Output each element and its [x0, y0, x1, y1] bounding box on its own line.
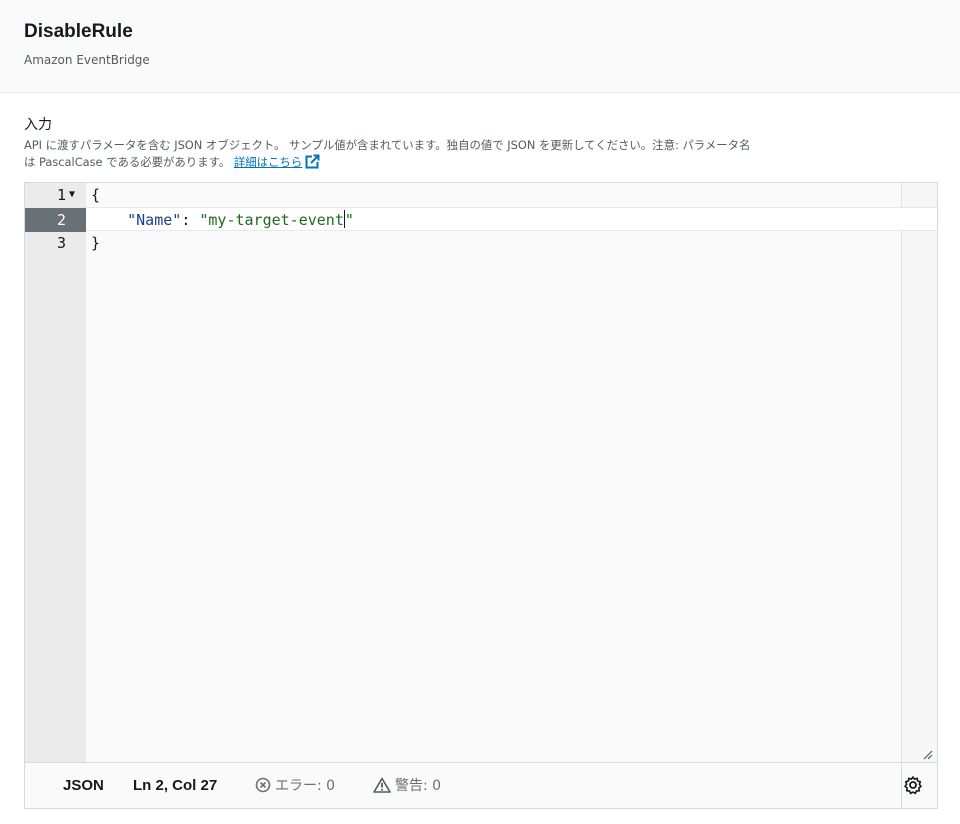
cursor-position: Ln 2, Col 27 — [133, 777, 218, 794]
input-description: API に渡すパラメータを含む JSON オブジェクト。 サンプル値が含まれてい… — [24, 137, 944, 174]
learn-more-link[interactable]: 詳細はこちら — [234, 155, 302, 169]
editor-scrollbar[interactable] — [901, 183, 937, 762]
json-key: "Name" — [127, 211, 182, 229]
line-code: { — [91, 186, 101, 204]
external-link-icon[interactable] — [305, 154, 321, 174]
line-number: 2 — [25, 208, 86, 232]
page-title: DisableRule — [24, 21, 133, 42]
editor-line[interactable]: 3 } — [25, 231, 937, 255]
line-code: "Name": "my-target-event" — [91, 208, 354, 232]
warning-triangle-icon — [373, 777, 391, 798]
fold-triangle-icon[interactable]: ▼ — [69, 183, 75, 207]
json-value-tail: " — [344, 211, 354, 229]
language-mode[interactable]: JSON — [63, 777, 104, 795]
error-circle-icon — [255, 777, 271, 798]
gear-icon[interactable] — [903, 775, 923, 799]
editor-line-active[interactable]: 2 "Name": "my-target-event" — [25, 207, 937, 232]
editor-line[interactable]: 1 ▼ { — [25, 183, 937, 207]
description-text-2: は PascalCase である必要があります。 — [24, 155, 231, 169]
json-value: "my-target-event — [199, 211, 344, 229]
error-count-label: エラー: 0 — [275, 778, 336, 794]
editor-status-bar: JSON Ln 2, Col 27 エラー: 0 警告: 0 — [25, 762, 937, 808]
line-number-gutter — [25, 183, 86, 762]
description-text-1: API に渡すパラメータを含む JSON オブジェクト。 サンプル値が含まれてい… — [24, 138, 751, 152]
line-number: 1 — [56, 186, 66, 204]
line-number: 3 — [56, 234, 66, 252]
error-count[interactable]: エラー: 0 — [255, 777, 335, 798]
warning-count-label: 警告: 0 — [395, 778, 442, 794]
line-code: } — [91, 234, 101, 252]
input-label: 入力 — [24, 117, 52, 133]
json-separator: : — [181, 211, 200, 229]
page-subtitle: Amazon EventBridge — [24, 53, 150, 67]
warning-count[interactable]: 警告: 0 — [373, 777, 441, 798]
status-divider — [901, 763, 902, 808]
json-editor[interactable]: 1 ▼ { 2 "Name": "my-target-event" 3 } JS… — [24, 182, 938, 809]
page-header: DisableRule Amazon EventBridge — [0, 0, 960, 93]
